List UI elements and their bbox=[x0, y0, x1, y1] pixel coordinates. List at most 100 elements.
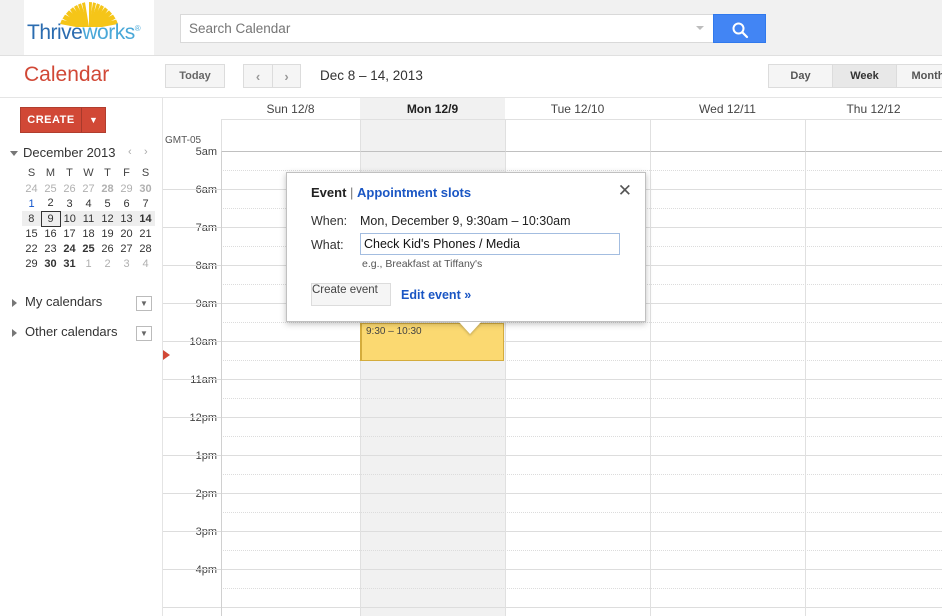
day-header-3[interactable]: Wed 12/11 bbox=[650, 98, 805, 119]
next-week-button[interactable]: › bbox=[272, 64, 301, 88]
close-icon[interactable]: ✕ bbox=[618, 182, 632, 199]
mini-calendar-day[interactable]: 30 bbox=[41, 256, 60, 271]
all-day-cell-2[interactable] bbox=[505, 119, 650, 152]
mini-calendar-day[interactable]: 14 bbox=[136, 211, 155, 226]
mini-calendar-day[interactable]: 25 bbox=[41, 181, 60, 196]
hour-row[interactable]: 10am bbox=[163, 336, 942, 380]
half-hour-line bbox=[221, 474, 942, 475]
mini-calendar-week-row: 1234567 bbox=[22, 196, 155, 211]
create-button[interactable]: CREATE bbox=[20, 107, 82, 133]
day-header-2[interactable]: Tue 12/10 bbox=[505, 98, 650, 119]
today-button[interactable]: Today bbox=[165, 64, 225, 88]
half-hour-line bbox=[221, 550, 942, 551]
mini-calendar-day[interactable]: 11 bbox=[79, 211, 98, 226]
mini-calendar-weekday: F bbox=[123, 167, 130, 179]
mini-calendar-day[interactable]: 25 bbox=[79, 241, 98, 256]
all-day-cell-3[interactable] bbox=[650, 119, 805, 152]
mini-calendar-day[interactable]: 27 bbox=[79, 181, 98, 196]
mini-calendar-weekday: T bbox=[66, 167, 73, 179]
column-divider bbox=[805, 152, 806, 616]
mini-calendar-day[interactable]: 1 bbox=[22, 196, 41, 211]
mini-calendar-day[interactable]: 3 bbox=[117, 256, 136, 271]
thriveworks-logo[interactable]: Thriveworks® bbox=[24, 0, 154, 55]
day-header-1[interactable]: Mon 12/9 bbox=[360, 98, 505, 119]
triangle-down-icon[interactable] bbox=[10, 151, 18, 156]
mini-calendar-weekday: S bbox=[141, 167, 150, 179]
logo-wordmark: Thriveworks® bbox=[27, 21, 141, 45]
mini-calendar-prev-button[interactable]: ‹ bbox=[128, 146, 132, 158]
mini-calendar-day[interactable]: 2 bbox=[98, 256, 117, 271]
mini-calendar-day[interactable]: 19 bbox=[98, 226, 117, 241]
mini-calendar-day[interactable]: 7 bbox=[136, 196, 155, 211]
create-dropdown-arrow[interactable]: ▼ bbox=[82, 107, 106, 133]
mini-calendar-day[interactable]: 24 bbox=[22, 181, 41, 196]
mini-calendar-day[interactable]: 5 bbox=[98, 196, 117, 211]
mini-calendar-day[interactable]: 26 bbox=[98, 241, 117, 256]
my-calendars-dropdown-button[interactable]: ▼ bbox=[136, 296, 152, 311]
hour-row[interactable]: 2pm bbox=[163, 488, 942, 532]
mini-calendar-day[interactable]: 13 bbox=[117, 211, 136, 226]
search-input[interactable] bbox=[189, 15, 679, 42]
mini-calendar-day[interactable]: 15 bbox=[22, 226, 41, 241]
mini-calendar-day[interactable]: 20 bbox=[117, 226, 136, 241]
mini-calendar-day[interactable]: 27 bbox=[117, 241, 136, 256]
mini-calendar-day[interactable]: 16 bbox=[41, 226, 60, 241]
all-day-cell-1[interactable] bbox=[360, 119, 505, 152]
appointment-slots-link[interactable]: Appointment slots bbox=[357, 185, 471, 200]
mini-calendar-next-button[interactable]: › bbox=[144, 146, 148, 158]
mini-calendar-day[interactable]: 18 bbox=[79, 226, 98, 241]
mini-calendar-day[interactable]: 9 bbox=[40, 210, 61, 227]
mini-calendar-day[interactable]: 31 bbox=[60, 256, 79, 271]
mini-calendar-day[interactable]: 28 bbox=[98, 181, 117, 196]
mini-calendar-day[interactable]: 21 bbox=[136, 226, 155, 241]
view-button-month[interactable]: Month bbox=[896, 64, 942, 88]
mini-calendar-day[interactable]: 6 bbox=[117, 196, 136, 211]
mini-calendar-day[interactable]: 24 bbox=[60, 241, 79, 256]
hour-row[interactable]: 3pm bbox=[163, 526, 942, 570]
view-button-day[interactable]: Day bbox=[768, 64, 832, 88]
mini-calendar-day[interactable]: 30 bbox=[136, 181, 155, 196]
mini-calendar-day[interactable]: 4 bbox=[136, 256, 155, 271]
view-button-week[interactable]: Week bbox=[832, 64, 896, 88]
hour-row[interactable]: 4pm bbox=[163, 564, 942, 608]
mini-calendar-day[interactable]: 17 bbox=[60, 226, 79, 241]
other-calendars-dropdown-button[interactable]: ▼ bbox=[136, 326, 152, 341]
mini-calendar-day[interactable]: 1 bbox=[79, 256, 98, 271]
mini-calendar-day[interactable]: 12 bbox=[98, 211, 117, 226]
all-day-row[interactable] bbox=[163, 119, 942, 152]
mini-calendar-day[interactable]: 8 bbox=[22, 211, 41, 226]
day-header-4[interactable]: Thu 12/12 bbox=[805, 98, 942, 119]
search-button[interactable] bbox=[713, 14, 766, 43]
sidebar-section-my-calendars[interactable]: My calendars ▼ bbox=[0, 293, 163, 315]
mini-calendar-week-row: 24 25 26 27 28 29 30 bbox=[22, 181, 155, 196]
mini-calendar-weekday-row: SMTWTFS bbox=[22, 166, 155, 181]
mini-calendar-day[interactable]: 22 bbox=[22, 241, 41, 256]
chevron-down-icon[interactable] bbox=[696, 26, 704, 30]
mini-calendar-day[interactable]: 2 bbox=[41, 196, 60, 211]
all-day-cell-0[interactable] bbox=[221, 119, 360, 152]
half-hour-line bbox=[221, 322, 942, 323]
search-field[interactable] bbox=[180, 14, 713, 43]
event-title-input[interactable] bbox=[360, 233, 620, 255]
hour-row[interactable]: 1pm bbox=[163, 450, 942, 494]
hour-row[interactable]: 12pm bbox=[163, 412, 942, 456]
hour-row[interactable]: 11am bbox=[163, 374, 942, 418]
sidebar-section-other-calendars[interactable]: Other calendars ▼ bbox=[0, 323, 163, 345]
mini-calendar-day[interactable]: 26 bbox=[60, 181, 79, 196]
mini-calendar-day[interactable]: 29 bbox=[22, 256, 41, 271]
mini-calendar-day[interactable]: 4 bbox=[79, 196, 98, 211]
edit-event-link[interactable]: Edit event » bbox=[401, 288, 471, 302]
triangle-right-icon bbox=[12, 299, 17, 307]
prev-week-button[interactable]: ‹ bbox=[243, 64, 272, 88]
mini-calendar-day[interactable]: 29 bbox=[117, 181, 136, 196]
create-event-button[interactable]: Create event bbox=[311, 283, 391, 306]
calendar-event-block[interactable]: 9:30 – 10:30 bbox=[360, 323, 504, 361]
all-day-cell-4[interactable] bbox=[805, 119, 942, 152]
mini-calendar-day[interactable]: 28 bbox=[136, 241, 155, 256]
day-header-0[interactable]: Sun 12/8 bbox=[221, 98, 360, 119]
sidebar: CREATE ▼ December 2013 ‹ › SMTWTFS 24 25 2… bbox=[0, 98, 163, 616]
mini-calendar-day[interactable]: 23 bbox=[41, 241, 60, 256]
logo-registered-mark: ® bbox=[134, 24, 141, 33]
mini-calendar-day[interactable]: 3 bbox=[60, 196, 79, 211]
mini-calendar-day[interactable]: 10 bbox=[60, 211, 79, 226]
